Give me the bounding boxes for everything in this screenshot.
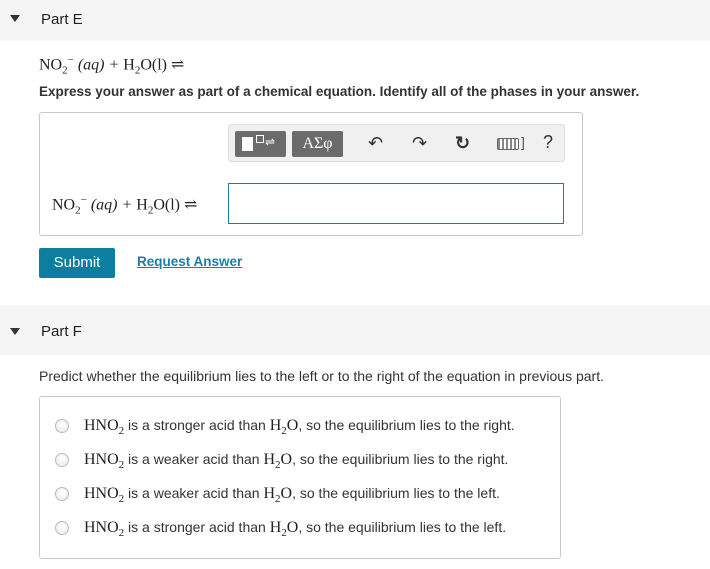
template-button[interactable]: ⇌ [235, 131, 286, 157]
radio-button[interactable] [55, 419, 69, 433]
keyboard-icon[interactable] [497, 138, 519, 150]
request-answer-link[interactable]: Request Answer [137, 254, 242, 269]
options-group: HNO2 is a stronger acid than H2O, so the… [39, 396, 561, 559]
answer-input[interactable] [228, 183, 564, 224]
collapse-triangle-icon[interactable] [10, 15, 20, 22]
radio-button[interactable] [55, 453, 69, 467]
template-box-icon [242, 137, 253, 151]
part-f-header[interactable]: Part F [0, 305, 710, 355]
keyboard-bracket: ] [521, 134, 525, 150]
undo-icon[interactable]: ↶ [368, 133, 383, 153]
part-f-title: Part F [41, 323, 82, 340]
radio-button[interactable] [55, 521, 69, 535]
question-equation: NO2− (aq) + H2O(l) ⇌ [39, 54, 185, 77]
collapse-triangle-icon[interactable] [10, 328, 20, 335]
part-e-title: Part E [41, 11, 83, 28]
greek-symbols-button[interactable]: ΑΣφ [292, 131, 343, 157]
option-label: HNO2 is a stronger acid than H2O, so the… [84, 417, 515, 438]
reset-icon[interactable]: ↻ [455, 133, 470, 153]
answer-equation-prefix: NO2− (aq) + H2O(l) ⇌ [52, 194, 198, 217]
submit-button[interactable]: Submit [39, 248, 115, 278]
part-f-prompt: Predict whether the equilibrium lies to … [39, 368, 604, 384]
option-label: HNO2 is a weaker acid than H2O, so the e… [84, 451, 509, 472]
answer-area: ⇌ ΑΣφ ↶ ↷ ↻ ] ? NO2− (aq) + H2O(l) ⇌ [39, 112, 583, 236]
equilibrium-arrow-icon: ⇌ [265, 135, 276, 149]
radio-button[interactable] [55, 487, 69, 501]
redo-icon[interactable]: ↷ [412, 133, 427, 153]
option-label: HNO2 is a weaker acid than H2O, so the e… [84, 485, 500, 506]
math-toolbar: ⇌ ΑΣφ ↶ ↷ ↻ ] ? [228, 124, 565, 162]
part-e-header[interactable]: Part E [0, 0, 710, 41]
help-button[interactable]: ? [543, 132, 553, 153]
superscript-box-icon [256, 135, 264, 143]
option-label: HNO2 is a stronger acid than H2O, so the… [84, 519, 507, 540]
instruction-text: Express your answer as part of a chemica… [39, 84, 640, 99]
